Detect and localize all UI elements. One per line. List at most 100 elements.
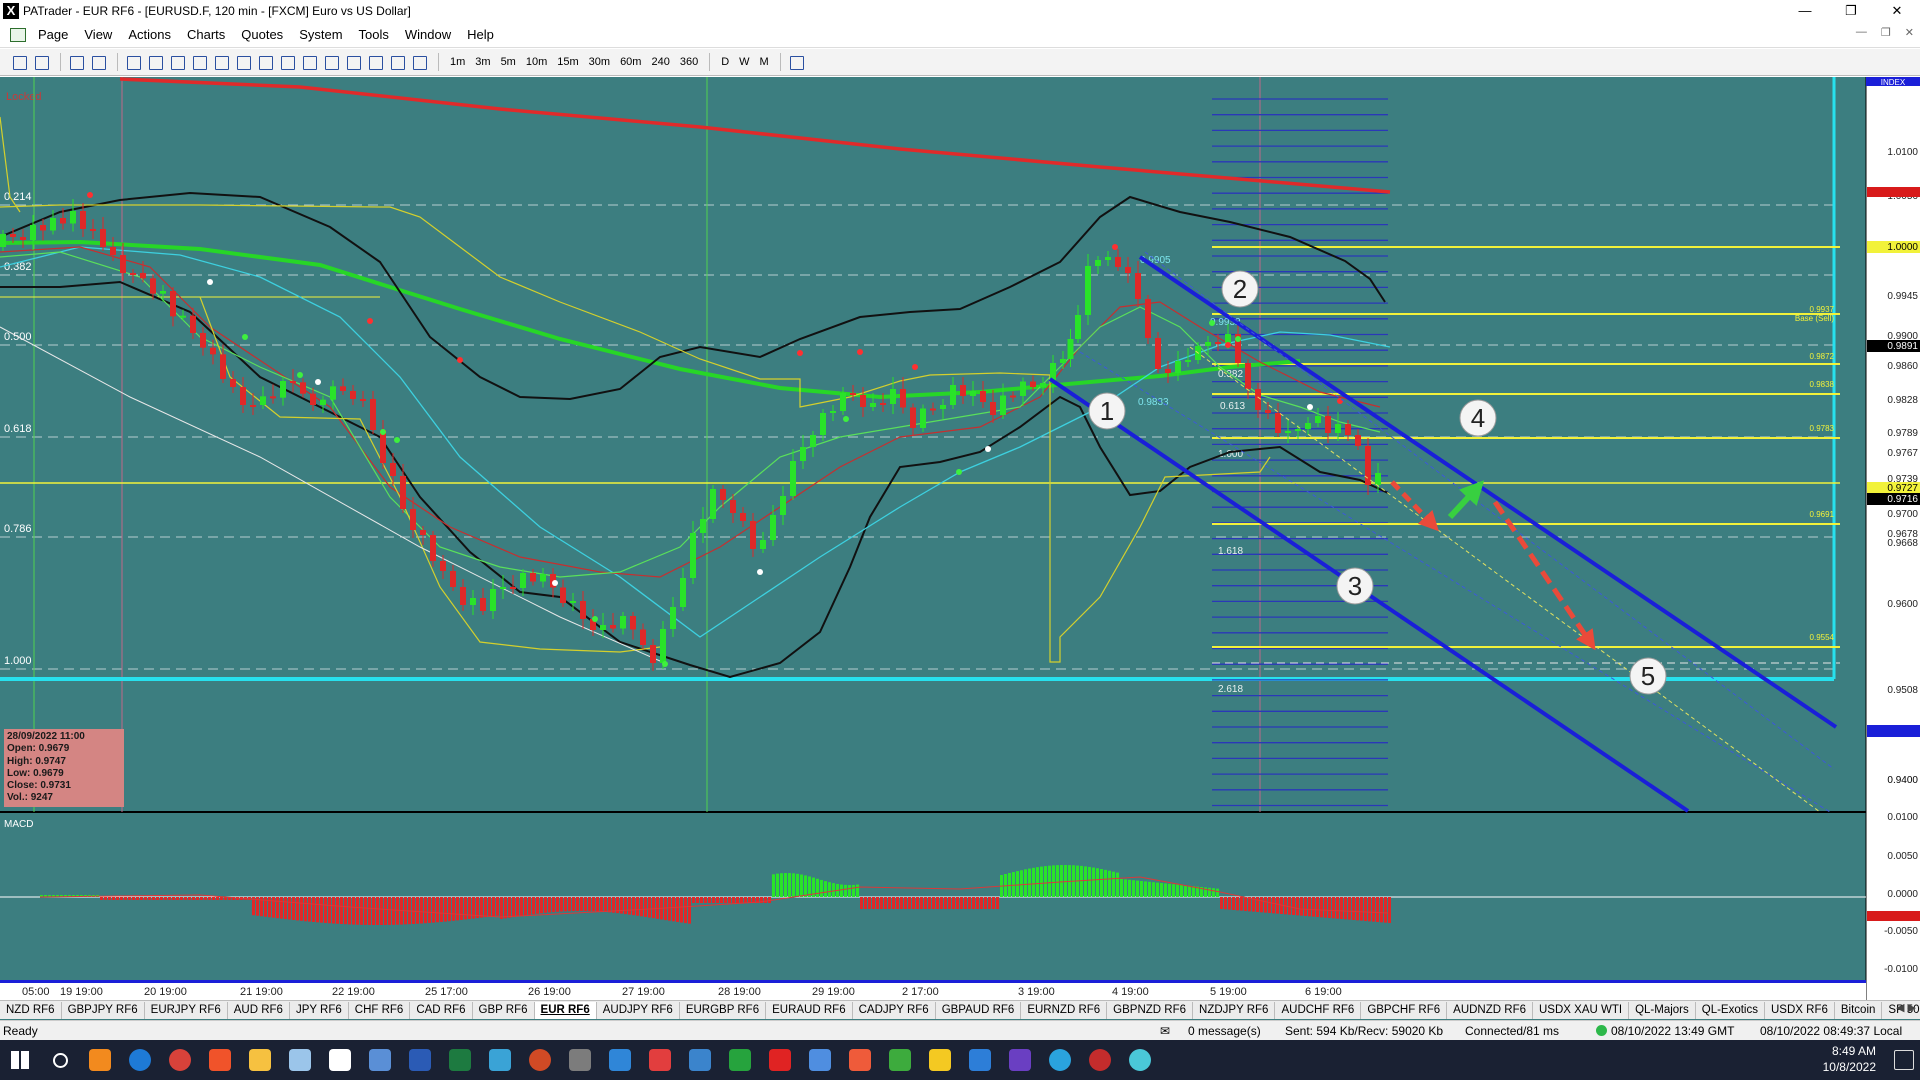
sell-tool-icon[interactable] bbox=[32, 53, 50, 71]
notes-yellow-icon[interactable] bbox=[920, 1040, 960, 1080]
crosshair-icon[interactable] bbox=[89, 53, 107, 71]
symbol-tab[interactable]: NZDJPY RF6 bbox=[1193, 1001, 1276, 1019]
tf-10m[interactable]: 10m bbox=[521, 56, 552, 68]
fib-retracement-icon[interactable] bbox=[256, 53, 274, 71]
chrome-icon[interactable] bbox=[160, 1040, 200, 1080]
symbol-tab[interactable]: GBPNZD RF6 bbox=[1107, 1001, 1194, 1019]
menu-charts[interactable]: Charts bbox=[179, 27, 233, 42]
skype-icon[interactable] bbox=[600, 1040, 640, 1080]
fib-time-icon[interactable] bbox=[322, 53, 340, 71]
symbol-tab[interactable]: AUDJPY RF6 bbox=[597, 1001, 680, 1019]
menu-quotes[interactable]: Quotes bbox=[233, 27, 291, 42]
keyboard-icon[interactable] bbox=[560, 1040, 600, 1080]
taskbar-clock[interactable]: 8:49 AM 10/8/2022 bbox=[1823, 1043, 1876, 1075]
visual-studio-icon[interactable] bbox=[1000, 1040, 1040, 1080]
telegram-icon[interactable] bbox=[1040, 1040, 1080, 1080]
red-s-app-icon[interactable] bbox=[640, 1040, 680, 1080]
rectangle-icon[interactable] bbox=[344, 53, 362, 71]
buy-tool-icon[interactable] bbox=[10, 53, 28, 71]
pitchfork-icon[interactable] bbox=[388, 53, 406, 71]
excel-icon[interactable] bbox=[440, 1040, 480, 1080]
clock-icon[interactable] bbox=[787, 53, 805, 71]
camtasia-icon[interactable] bbox=[880, 1040, 920, 1080]
pointer-icon[interactable] bbox=[124, 53, 142, 71]
symbol-tab[interactable]: QL-Majors bbox=[1629, 1001, 1696, 1019]
mail-icon[interactable]: ✉ bbox=[1160, 1024, 1170, 1038]
vertical-line-icon[interactable] bbox=[168, 53, 186, 71]
tf-1m[interactable]: 1m bbox=[445, 56, 470, 68]
mail-app-icon[interactable] bbox=[80, 1040, 120, 1080]
network-tool-icon[interactable] bbox=[800, 1040, 840, 1080]
mdi-close-icon[interactable]: ✕ bbox=[1905, 26, 1914, 39]
symbol-tab[interactable]: EURNZD RF6 bbox=[1021, 1001, 1108, 1019]
menu-view[interactable]: View bbox=[76, 27, 120, 42]
symbol-tab[interactable]: AUDCHF RF6 bbox=[1275, 1001, 1362, 1019]
mdi-minimize-icon[interactable]: — bbox=[1856, 26, 1867, 39]
record-app-icon[interactable] bbox=[1080, 1040, 1120, 1080]
brave-icon[interactable] bbox=[200, 1040, 240, 1080]
symbol-tab[interactable]: EURJPY RF6 bbox=[145, 1001, 228, 1019]
file-explorer-icon[interactable] bbox=[240, 1040, 280, 1080]
menu-page[interactable]: Page bbox=[30, 27, 76, 42]
tf-60m[interactable]: 60m bbox=[615, 56, 646, 68]
symbol-tab[interactable]: CADJPY RF6 bbox=[853, 1001, 936, 1019]
symbol-tab[interactable]: QL-Exotics bbox=[1696, 1001, 1765, 1019]
finance-app-icon[interactable] bbox=[480, 1040, 520, 1080]
tf-monthly[interactable]: M bbox=[755, 56, 774, 68]
menu-tools[interactable]: Tools bbox=[351, 27, 397, 42]
tf-30m[interactable]: 30m bbox=[584, 56, 615, 68]
regression-icon[interactable] bbox=[410, 53, 428, 71]
tf-daily[interactable]: D bbox=[716, 56, 734, 68]
symbol-tab[interactable]: GBP RF6 bbox=[473, 1001, 535, 1019]
mdi-restore-icon[interactable]: ❐ bbox=[1881, 26, 1891, 39]
symbol-tab[interactable]: GBPCHF RF6 bbox=[1361, 1001, 1448, 1019]
symbol-tab[interactable]: GBPJPY RF6 bbox=[62, 1001, 145, 1019]
symbol-tab[interactable]: AUD RF6 bbox=[228, 1001, 290, 1019]
tf-weekly[interactable]: W bbox=[734, 56, 754, 68]
tf-5m[interactable]: 5m bbox=[496, 56, 521, 68]
page-icon[interactable] bbox=[10, 27, 26, 42]
symbol-tab[interactable]: EURGBP RF6 bbox=[680, 1001, 767, 1019]
tf-360[interactable]: 360 bbox=[675, 56, 703, 68]
chart-area[interactable]: INDEX Locked 0.214 0.382 0.500 0.618 0.786 1.00… bbox=[0, 77, 1920, 1023]
notes-icon[interactable] bbox=[280, 1040, 320, 1080]
edge-icon[interactable] bbox=[120, 1040, 160, 1080]
restore-icon[interactable]: ❐ bbox=[1828, 0, 1874, 22]
tf-15m[interactable]: 15m bbox=[552, 56, 583, 68]
symbol-tab[interactable]: Bitcoin bbox=[1835, 1001, 1883, 1019]
green-app-icon[interactable] bbox=[720, 1040, 760, 1080]
close-icon[interactable]: ✕ bbox=[1874, 0, 1920, 22]
text-icon[interactable] bbox=[366, 53, 384, 71]
cyan-app-icon[interactable] bbox=[1120, 1040, 1160, 1080]
symbol-tab[interactable]: EUR RF6 bbox=[534, 1001, 597, 1019]
fibonacci-icon[interactable] bbox=[234, 53, 252, 71]
tf-3m[interactable]: 3m bbox=[470, 56, 495, 68]
powerpoint-icon[interactable] bbox=[520, 1040, 560, 1080]
red-arrow-app-icon[interactable] bbox=[760, 1040, 800, 1080]
symbol-tab[interactable]: JPY RF6 bbox=[290, 1001, 349, 1019]
patrader-taskbar-icon[interactable] bbox=[320, 1040, 360, 1080]
word-icon[interactable] bbox=[400, 1040, 440, 1080]
chart-tool-icon[interactable] bbox=[67, 53, 85, 71]
gann-fan-icon[interactable] bbox=[300, 53, 318, 71]
calculator-icon[interactable] bbox=[360, 1040, 400, 1080]
outlook-icon[interactable] bbox=[680, 1040, 720, 1080]
orange-app-icon[interactable] bbox=[840, 1040, 880, 1080]
symbol-tab[interactable]: AUDNZD RF6 bbox=[1447, 1001, 1533, 1019]
search-icon[interactable] bbox=[40, 1040, 80, 1080]
symbol-tab[interactable]: CAD RF6 bbox=[410, 1001, 473, 1019]
symbol-tab[interactable]: EURAUD RF6 bbox=[766, 1001, 853, 1019]
symbol-tab[interactable]: USDX XAU WTI bbox=[1533, 1001, 1630, 1019]
fib-extension-icon[interactable] bbox=[278, 53, 296, 71]
minimize-icon[interactable]: — bbox=[1782, 0, 1828, 22]
symbol-tab[interactable]: CHF RF6 bbox=[349, 1001, 411, 1019]
menu-system[interactable]: System bbox=[291, 27, 350, 42]
price-chart[interactable]: INDEXLocked0.2140.3820.5000.6180.7861.00… bbox=[0, 77, 1920, 1000]
trend-line-icon[interactable] bbox=[190, 53, 208, 71]
channel-icon[interactable] bbox=[212, 53, 230, 71]
tf-240[interactable]: 240 bbox=[646, 56, 674, 68]
menu-window[interactable]: Window bbox=[397, 27, 459, 42]
menu-actions[interactable]: Actions bbox=[120, 27, 179, 42]
symbol-tab[interactable]: NZD RF6 bbox=[0, 1001, 62, 1019]
menu-help[interactable]: Help bbox=[459, 27, 502, 42]
